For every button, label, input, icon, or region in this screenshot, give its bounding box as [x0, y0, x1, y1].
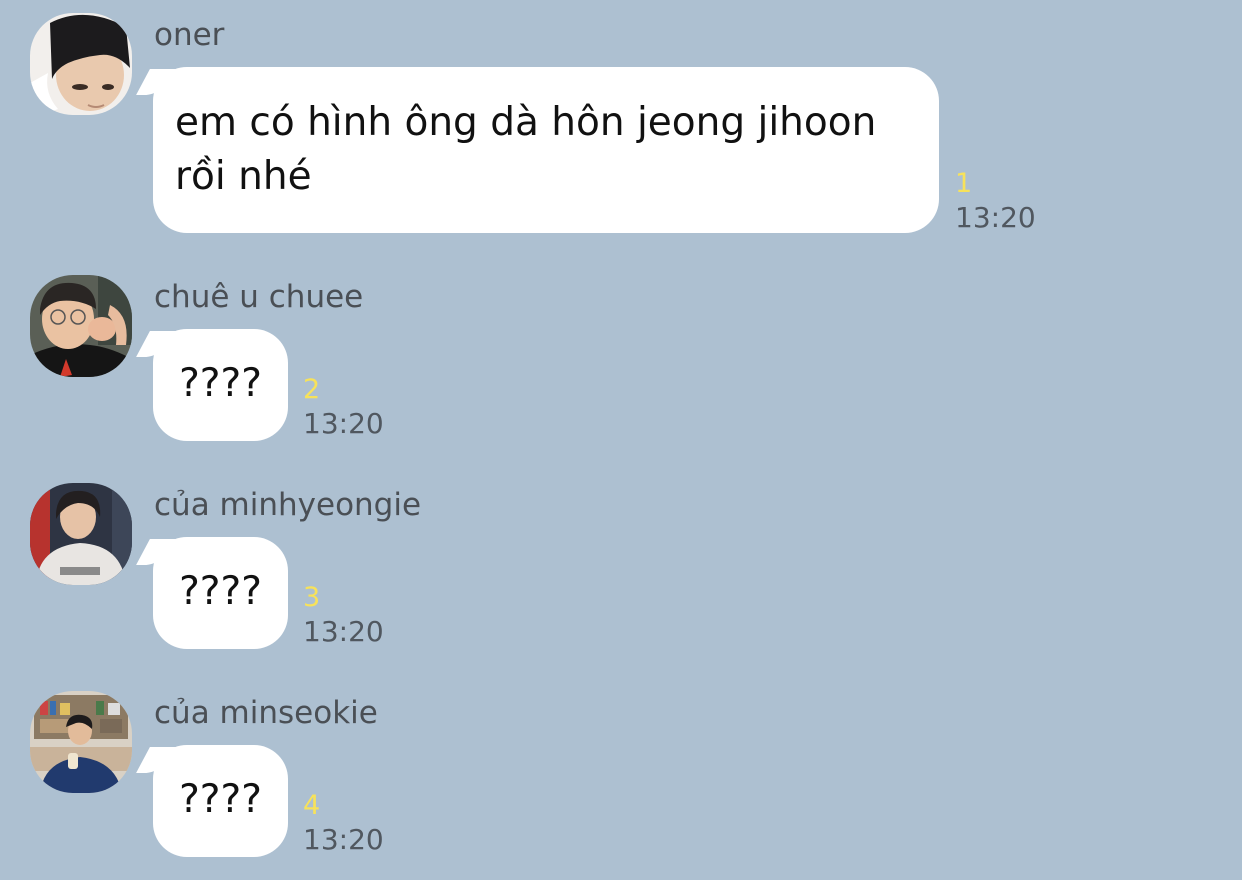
message-text: ???? [179, 777, 262, 822]
avatar[interactable] [30, 13, 132, 115]
avatar[interactable] [30, 691, 132, 793]
message-bubble[interactable]: ???? [153, 329, 288, 441]
message-text: ???? [179, 569, 262, 614]
avatar[interactable] [30, 275, 132, 377]
sender-name: chuê u chuee [154, 279, 364, 315]
message-meta: 2 13:20 [303, 373, 384, 441]
avatar-photo-icon [30, 13, 132, 115]
message-time: 13:20 [303, 615, 384, 648]
avatar-photo-icon [30, 691, 132, 793]
message-meta: 3 13:20 [303, 581, 384, 649]
message-time: 13:20 [303, 823, 384, 856]
message-text: ???? [179, 361, 262, 406]
chat-room: oner em có hình ông dà hôn jeong jihoon … [0, 0, 1242, 880]
avatar[interactable] [30, 483, 132, 585]
unread-count: 2 [303, 374, 321, 405]
message-bubble[interactable]: ???? [153, 745, 288, 857]
message-bubble[interactable]: ???? [153, 537, 288, 649]
message-meta: 4 13:20 [303, 789, 384, 857]
sender-name: của minhyeongie [154, 487, 422, 523]
sender-name: oner [154, 17, 225, 53]
message-text: em có hình ông dà hôn jeong jihoon rồi n… [175, 100, 877, 199]
message-time: 13:20 [955, 201, 1036, 234]
message-bubble[interactable]: em có hình ông dà hôn jeong jihoon rồi n… [153, 67, 939, 233]
avatar-photo-icon [30, 483, 132, 585]
message-meta: 1 13:20 [955, 167, 1036, 235]
unread-count: 1 [955, 168, 973, 199]
unread-count: 3 [303, 582, 321, 613]
message-time: 13:20 [303, 407, 384, 440]
sender-name: của minseokie [154, 695, 378, 731]
unread-count: 4 [303, 790, 321, 821]
avatar-photo-icon [30, 275, 132, 377]
